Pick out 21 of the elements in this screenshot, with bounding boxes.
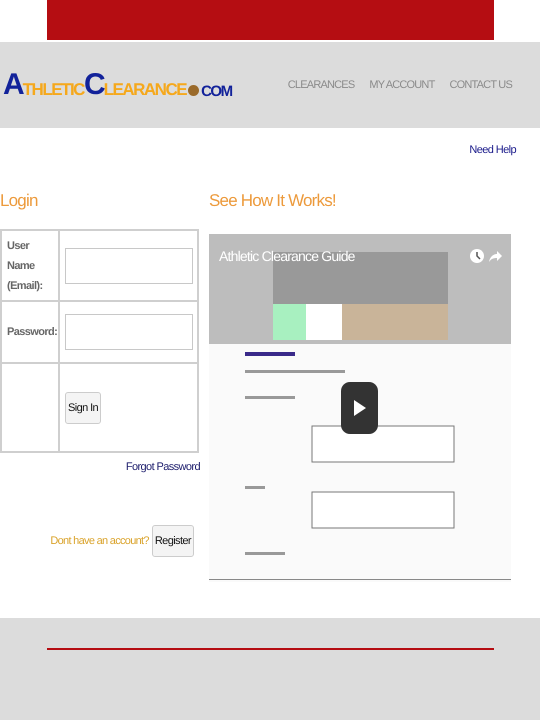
username-field[interactable] xyxy=(65,248,193,284)
no-account-text: Dont have an account? xyxy=(50,535,149,547)
play-icon xyxy=(354,400,366,416)
logo-text: THLETIC xyxy=(22,81,84,99)
username-label: User Name (Email): xyxy=(7,240,43,292)
play-button[interactable] xyxy=(341,382,378,434)
logo-letter: A xyxy=(3,71,23,99)
video-title: Athletic Clearance Guide xyxy=(219,248,355,264)
logo-text: LEARANCE xyxy=(104,81,186,99)
forgot-password-link[interactable]: Forgot Password xyxy=(126,461,200,473)
clock-icon[interactable] xyxy=(469,248,485,264)
video-heading: See How It Works! xyxy=(209,191,337,212)
sign-in-button[interactable]: Sign In xyxy=(65,392,102,424)
register-button[interactable]: Register xyxy=(152,525,194,557)
login-heading: Login xyxy=(0,191,39,212)
logo-domain: COM xyxy=(201,84,232,99)
password-field[interactable] xyxy=(65,314,193,350)
ball-icon xyxy=(188,85,200,96)
help-link[interactable]: Need Help xyxy=(469,144,516,156)
password-label: Password: xyxy=(7,326,58,338)
logo-letter: C xyxy=(84,71,104,99)
